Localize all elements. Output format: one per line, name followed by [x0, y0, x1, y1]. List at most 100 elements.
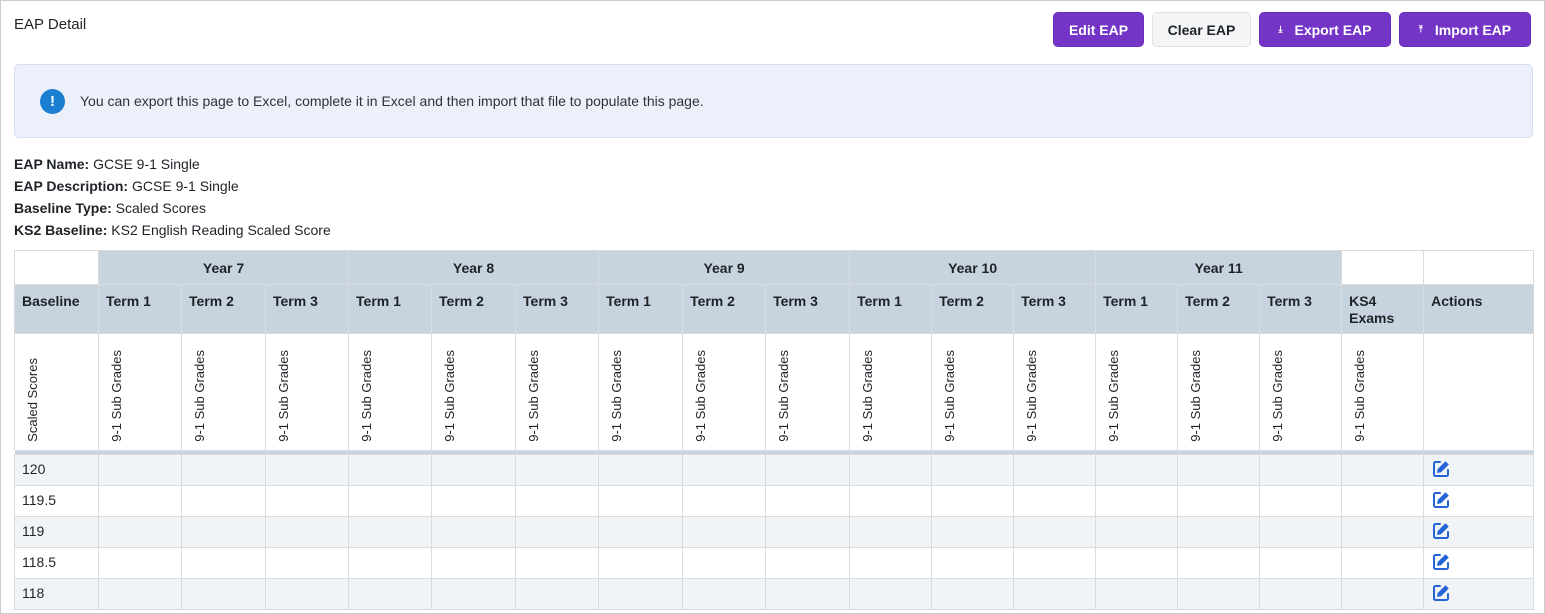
grade-cell [931, 454, 1015, 486]
grade-cell [181, 547, 266, 579]
grade-cell [1177, 454, 1261, 486]
download-icon: ⤓ [1278, 24, 1283, 34]
baseline-value-cell: 119.5 [14, 485, 99, 517]
meta-label: KS2 Baseline: [14, 222, 108, 238]
term-header: Term 3 [264, 284, 350, 334]
term-header: Term 3 [515, 284, 600, 334]
grade-type-cell: 9-1 Sub Grades [765, 333, 851, 451]
grade-cell [181, 485, 266, 517]
table-row: 119.5 [14, 485, 1535, 517]
grade-cell [682, 578, 767, 610]
grade-cell [431, 485, 517, 517]
term-header: Term 3 [1013, 284, 1097, 334]
table-row: 120 [14, 454, 1535, 486]
grade-cell [849, 485, 933, 517]
grade-type-label: 9-1 Sub Grades [109, 350, 124, 442]
actions-cell [1423, 547, 1535, 579]
grade-type-row: Scaled Scores 9-1 Sub Grades 9-1 Sub Grad… [14, 333, 1535, 451]
grade-type-label: 9-1 Sub Grades [442, 350, 458, 442]
grade-cell [931, 516, 1015, 548]
grade-cell [1341, 485, 1425, 517]
grade-cell [1259, 454, 1343, 486]
edit-icon[interactable] [1431, 459, 1451, 479]
info-banner: ! You can export this page to Excel, com… [14, 64, 1533, 138]
actions-cell [1423, 454, 1535, 486]
grade-cell [515, 454, 600, 486]
upload-icon: ⤒ [1418, 24, 1423, 34]
grade-cell [1341, 547, 1425, 579]
baseline-type-cell: Scaled Scores [14, 333, 99, 451]
grade-cell [1095, 454, 1179, 486]
grade-cell [264, 454, 350, 486]
edit-icon[interactable] [1431, 583, 1451, 603]
grade-type-cell: 9-1 Sub Grades [1259, 333, 1343, 451]
grade-cell [1013, 516, 1097, 548]
grade-cell [1177, 516, 1261, 548]
meta-label: EAP Name: [14, 156, 90, 172]
export-eap-button[interactable]: ⤓ Export EAP [1259, 12, 1391, 47]
clear-eap-button[interactable]: Clear EAP [1152, 12, 1251, 47]
grade-cell [682, 516, 767, 548]
grade-cell [181, 516, 266, 548]
grade-type-label: 9-1 Sub Grades [1188, 350, 1204, 442]
grade-cell [515, 485, 600, 517]
grade-cell [598, 516, 684, 548]
grade-cell [264, 516, 350, 548]
grade-type-cell: 9-1 Sub Grades [264, 333, 350, 451]
meta-label: EAP Description: [14, 178, 129, 194]
grade-cell [1013, 454, 1097, 486]
edit-icon[interactable] [1431, 521, 1451, 541]
table-row: 118 [14, 578, 1535, 610]
grade-cell [682, 547, 767, 579]
grade-type-label: 9-1 Sub Grades [1024, 350, 1040, 442]
grade-cell [348, 485, 433, 517]
import-eap-button[interactable]: ⤒ Import EAP [1399, 12, 1531, 47]
grade-cell [931, 578, 1015, 610]
meta-eap-name: EAP Name: GCSE 9-1 Single [14, 153, 331, 175]
baseline-header: Baseline [14, 284, 99, 334]
term-header: Term 1 [98, 284, 182, 334]
grade-cell [348, 578, 433, 610]
edit-eap-button[interactable]: Edit EAP [1053, 12, 1144, 47]
grade-cell [348, 547, 433, 579]
grade-cell [181, 578, 266, 610]
grade-type-cell: 9-1 Sub Grades [931, 333, 1015, 451]
eap-grid: Year 7 Year 8 Year 9 Year 10 Year 11 Bas… [14, 250, 1535, 610]
grade-type-label: 9-1 Sub Grades [526, 350, 542, 442]
grade-type-cell: 9-1 Sub Grades [682, 333, 767, 451]
grade-cell [98, 516, 182, 548]
meta-value: KS2 English Reading Scaled Score [111, 222, 331, 238]
info-text: You can export this page to Excel, compl… [80, 93, 704, 109]
grade-cell [515, 547, 600, 579]
edit-icon[interactable] [1431, 552, 1451, 572]
term-header: Term 3 [1259, 284, 1343, 334]
table-row: 118.5 [14, 547, 1535, 579]
term-header: Term 3 [765, 284, 851, 334]
term-header: Term 2 [431, 284, 517, 334]
grade-cell [264, 547, 350, 579]
grade-type-label: 9-1 Sub Grades [192, 350, 207, 442]
year-header: Year 8 [348, 250, 600, 285]
term-header-row: Baseline Term 1 Term 2 Term 3 Term 1 Term 2T… [14, 284, 1535, 334]
grade-cell [181, 454, 266, 486]
grade-type-label: 9-1 Sub Grades [276, 350, 291, 442]
grade-type-cell: 9-1 Sub Grades [1177, 333, 1261, 451]
edit-icon[interactable] [1431, 490, 1451, 510]
eap-meta: EAP Name: GCSE 9-1 Single EAP Descriptio… [14, 153, 331, 241]
grade-cell [1013, 485, 1097, 517]
term-header: Term 1 [598, 284, 684, 334]
grade-cell [849, 578, 933, 610]
term-header: Term 2 [181, 284, 266, 334]
term-header: Term 1 [849, 284, 933, 334]
grade-cell [931, 485, 1015, 517]
grade-cell [515, 578, 600, 610]
grade-cell [98, 454, 182, 486]
grade-cell [765, 547, 851, 579]
grade-cell [765, 454, 851, 486]
grade-cell [1259, 547, 1343, 579]
grade-type-cell: 9-1 Sub Grades [348, 333, 433, 451]
grade-type-cell: 9-1 Sub Grades [1341, 333, 1425, 451]
grade-cell [931, 547, 1015, 579]
grade-type-cell: 9-1 Sub Grades [598, 333, 684, 451]
baseline-value-cell: 119 [14, 516, 99, 548]
